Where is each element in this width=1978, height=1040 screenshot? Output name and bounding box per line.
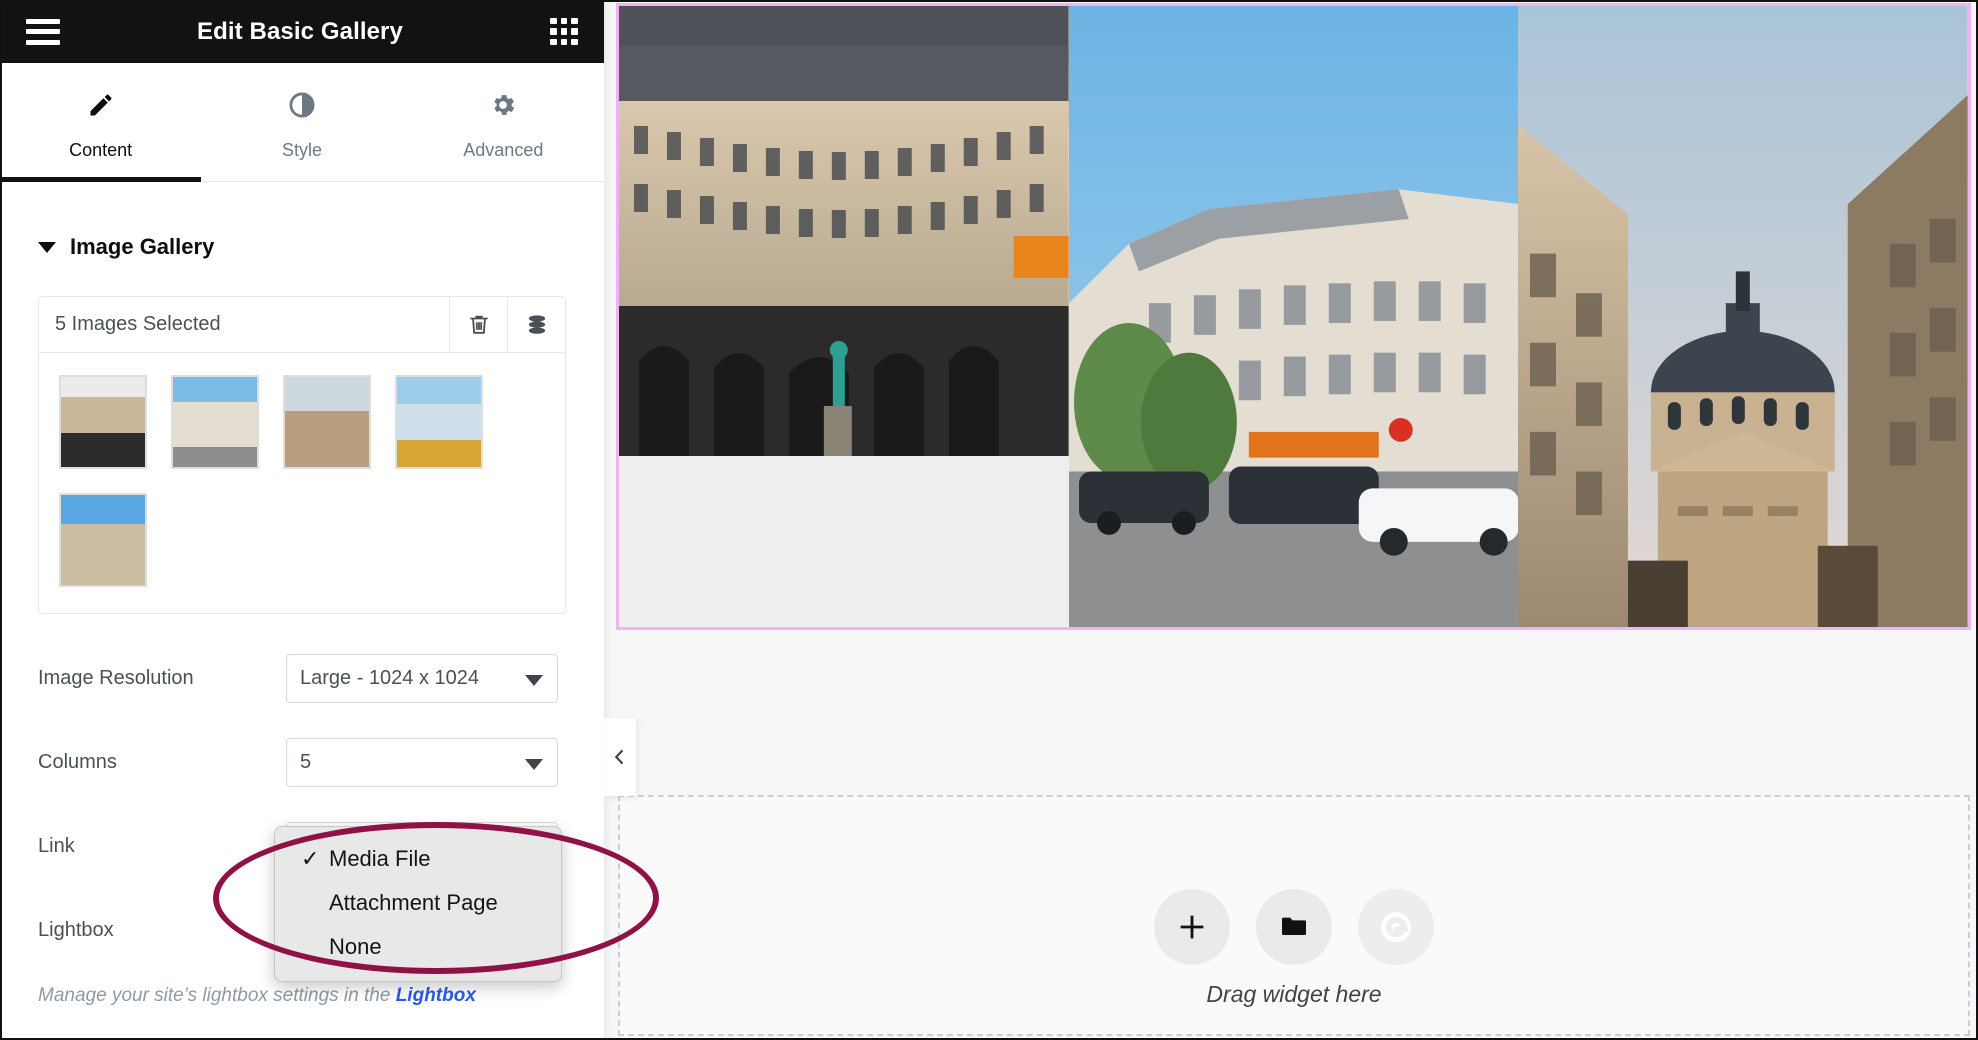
- gallery-library-button[interactable]: [507, 297, 565, 352]
- lightbox-settings-link[interactable]: Lightbox: [396, 985, 476, 1006]
- gallery-widget-preview[interactable]: [616, 3, 1971, 630]
- elementor-logo-icon: [1381, 912, 1411, 942]
- gallery-preview-image-3[interactable]: [1518, 6, 1968, 627]
- row-image-resolution: Image Resolution Large - 1024 x 1024: [0, 636, 604, 720]
- half-circle-contrast-icon: [288, 91, 316, 124]
- gallery-thumbnail[interactable]: [171, 375, 259, 469]
- chevron-down-icon: [525, 759, 543, 770]
- chevron-left-icon: [614, 749, 624, 765]
- gallery-preview-image-1[interactable]: [619, 6, 1069, 627]
- database-stack-icon: [528, 314, 545, 334]
- gear-icon: [489, 91, 517, 124]
- widget-dropzone[interactable]: Drag widget here: [618, 795, 1970, 1036]
- lightbox-label: Lightbox: [38, 918, 114, 941]
- lightbox-help-prefix: Manage your site’s lightbox settings in …: [38, 985, 396, 1006]
- editor-panel: Edit Basic Gallery Content Style Advance…: [0, 0, 604, 1040]
- gallery-thumbnail[interactable]: [59, 493, 147, 587]
- dropdown-option-media-file[interactable]: ✓ Media File: [275, 837, 561, 881]
- panel-header: Edit Basic Gallery: [0, 0, 604, 63]
- gallery-thumbnail[interactable]: [395, 375, 483, 469]
- tab-style-label: Style: [281, 140, 322, 160]
- page-title: Edit Basic Gallery: [197, 17, 403, 45]
- dropdown-option-attachment-page[interactable]: Attachment Page: [275, 881, 561, 925]
- plus-icon: [1180, 915, 1204, 939]
- gallery-thumbnail[interactable]: [59, 375, 147, 469]
- link-label: Link: [38, 834, 75, 857]
- gallery-preview-image-2[interactable]: [1068, 6, 1519, 627]
- dropdown-option-none[interactable]: None: [275, 925, 561, 969]
- folder-icon: [1282, 917, 1306, 935]
- gallery-thumbnail[interactable]: [283, 375, 371, 469]
- gallery-thumbnails: [39, 353, 565, 613]
- section-image-gallery[interactable]: Image Gallery: [0, 182, 604, 260]
- image-resolution-value: Large - 1024 x 1024: [300, 666, 480, 689]
- dropdown-option-label: Attachment Page: [329, 890, 498, 915]
- add-widget-button[interactable]: [1154, 889, 1230, 965]
- tab-advanced-label: Advanced: [463, 140, 544, 160]
- template-library-button[interactable]: [1256, 889, 1332, 965]
- dropzone-label: Drag widget here: [1206, 981, 1382, 1007]
- check-icon: ✓: [301, 846, 320, 871]
- tab-content-label: Content: [69, 140, 133, 160]
- grid-apps-icon[interactable]: [550, 17, 578, 46]
- dropdown-option-label: None: [329, 934, 382, 959]
- pencil-icon: [87, 91, 115, 124]
- columns-select[interactable]: 5: [286, 737, 558, 787]
- caret-down-icon: [38, 241, 56, 253]
- section-title: Image Gallery: [70, 234, 215, 259]
- panel-collapse-button[interactable]: [604, 718, 636, 796]
- trash-icon: [469, 315, 488, 334]
- elementor-ai-button[interactable]: [1358, 889, 1434, 965]
- chevron-down-icon: [525, 675, 543, 686]
- image-resolution-label: Image Resolution: [38, 666, 194, 689]
- app-root: Drag widget here Edit Basic Gallery Cont…: [0, 0, 1978, 1040]
- dropdown-option-label: Media File: [329, 846, 431, 871]
- gallery-delete-button[interactable]: [449, 297, 507, 352]
- columns-value: 5: [300, 750, 312, 773]
- link-dropdown-options[interactable]: ✓ Media File Attachment Page None: [274, 826, 562, 982]
- panel-tabs: Content Style Advanced: [0, 63, 604, 182]
- tab-content[interactable]: Content: [0, 63, 202, 182]
- editor-canvas: Drag widget here: [604, 0, 1978, 1040]
- row-columns: Columns 5: [0, 720, 604, 804]
- columns-label: Columns: [38, 750, 117, 773]
- tab-advanced[interactable]: Advanced: [403, 63, 604, 181]
- gallery-control: 5 Images Selected: [38, 296, 566, 614]
- gallery-control-bar: 5 Images Selected: [39, 297, 565, 353]
- gallery-summary: 5 Images Selected: [55, 313, 221, 335]
- image-resolution-select[interactable]: Large - 1024 x 1024: [286, 653, 558, 703]
- tab-style[interactable]: Style: [201, 63, 402, 181]
